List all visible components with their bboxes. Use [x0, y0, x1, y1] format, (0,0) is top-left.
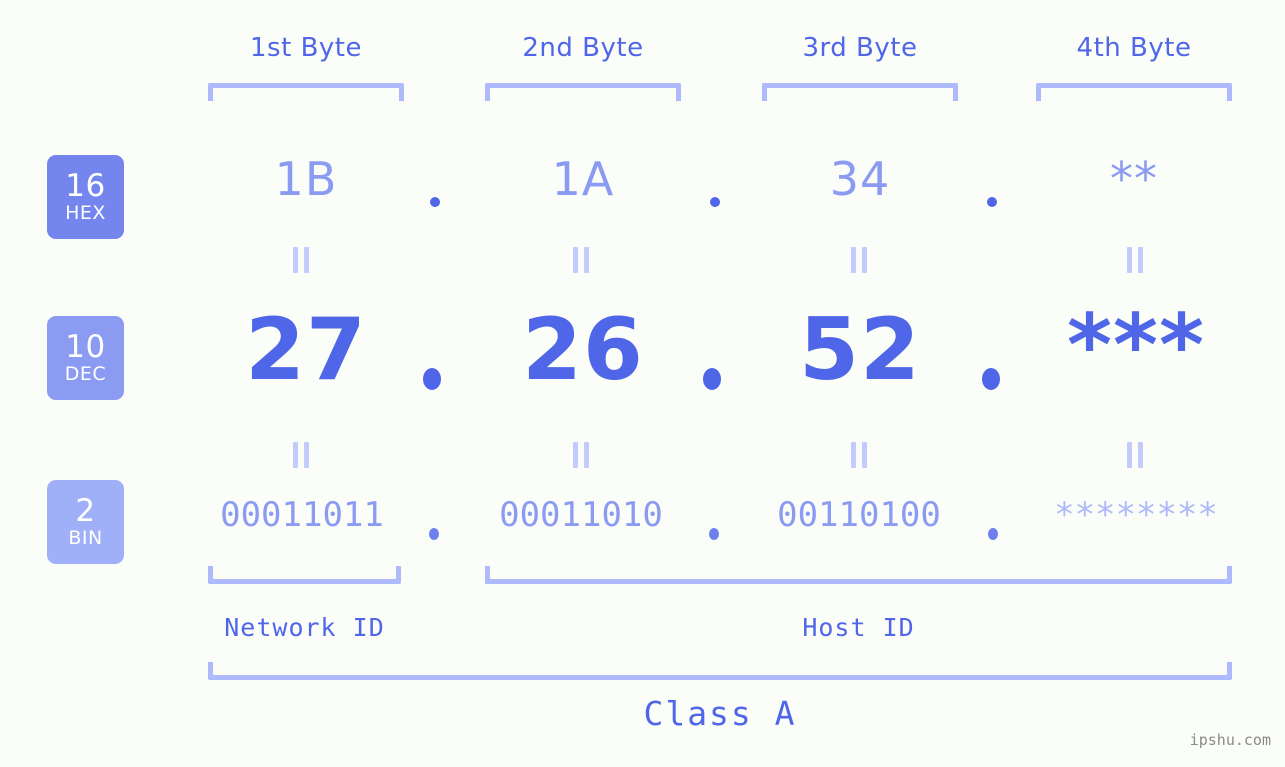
- radix-badge-bin[interactable]: 2 BIN: [47, 480, 124, 564]
- bin-separator-3: [988, 528, 998, 540]
- radix-badge-hex[interactable]: 16 HEX: [47, 155, 124, 239]
- hex-byte-3: 34: [829, 152, 891, 206]
- bin-byte-3: 00110100: [777, 495, 941, 535]
- equals-separator-hex-dec-3: [848, 247, 870, 273]
- equals-separator-hex-dec-1: [290, 247, 312, 273]
- byte-header-1: 1st Byte: [250, 33, 362, 63]
- diagram-canvas: 1st Byte 2nd Byte 3rd Byte 4th Byte 16 H…: [0, 0, 1285, 767]
- radix-badge-dec[interactable]: 10 DEC: [47, 316, 124, 400]
- hex-separator-1: [430, 197, 440, 207]
- hex-byte-4: **: [1110, 152, 1158, 206]
- byte-header-3: 3rd Byte: [802, 33, 918, 63]
- class-label: Class A: [643, 694, 797, 733]
- hex-byte-2: 1A: [551, 152, 615, 206]
- network-id-label: Network ID: [224, 613, 385, 642]
- dec-byte-3: 52: [799, 300, 921, 400]
- equals-separator-dec-bin-4: [1124, 442, 1146, 468]
- radix-badge-bin-number: 2: [75, 493, 96, 529]
- equals-separator-hex-dec-4: [1124, 247, 1146, 273]
- byte-bracket-3: [762, 83, 958, 101]
- class-bracket: [208, 662, 1232, 680]
- byte-bracket-4: [1036, 83, 1232, 101]
- equals-separator-hex-dec-2: [570, 247, 592, 273]
- dec-byte-2: 26: [522, 300, 644, 400]
- host-id-label: Host ID: [802, 613, 915, 642]
- site-watermark: ipshu.com: [1189, 731, 1271, 749]
- dec-separator-2: [703, 368, 721, 390]
- byte-header-2: 2nd Byte: [522, 33, 644, 63]
- dec-byte-1: 27: [245, 300, 367, 400]
- bin-byte-1: 00011011: [220, 495, 384, 535]
- equals-separator-dec-bin-2: [570, 442, 592, 468]
- hex-separator-2: [710, 197, 720, 207]
- bin-byte-2: 00011010: [499, 495, 663, 535]
- bin-byte-4: ********: [1054, 495, 1218, 535]
- hex-separator-3: [987, 197, 997, 207]
- hex-byte-1: 1B: [274, 152, 338, 206]
- radix-badge-dec-name: DEC: [64, 363, 107, 385]
- dec-byte-4: ***: [1067, 296, 1205, 396]
- equals-separator-dec-bin-3: [848, 442, 870, 468]
- dec-separator-1: [423, 368, 441, 390]
- radix-badge-dec-number: 10: [65, 329, 106, 365]
- radix-badge-bin-name: BIN: [68, 527, 103, 549]
- byte-header-4: 4th Byte: [1076, 33, 1192, 63]
- byte-bracket-1: [208, 83, 404, 101]
- host-id-bracket: [485, 566, 1232, 584]
- byte-bracket-2: [485, 83, 681, 101]
- radix-badge-hex-name: HEX: [65, 202, 106, 224]
- radix-badge-hex-number: 16: [65, 168, 106, 204]
- equals-separator-dec-bin-1: [290, 442, 312, 468]
- dec-separator-3: [982, 368, 1000, 390]
- bin-separator-1: [429, 528, 439, 540]
- network-id-bracket: [208, 566, 401, 584]
- bin-separator-2: [709, 528, 719, 540]
